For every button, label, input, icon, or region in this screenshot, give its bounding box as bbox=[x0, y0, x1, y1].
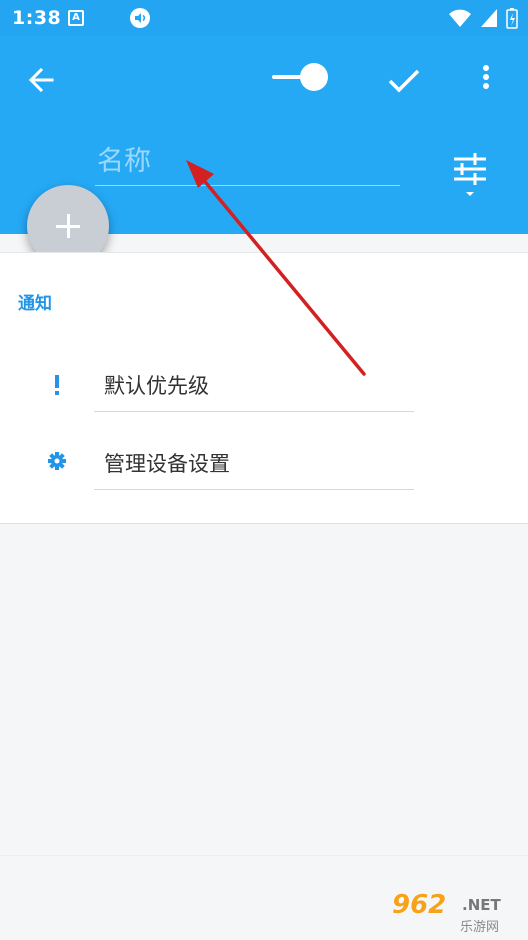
plus-icon-vertical bbox=[67, 214, 70, 238]
status-bar: 1:38 A bbox=[0, 0, 528, 36]
section-title: 通知 bbox=[18, 294, 52, 314]
wifi-icon bbox=[449, 9, 471, 27]
watermark-sub: 乐游网 bbox=[460, 920, 500, 935]
tune-sliders-icon bbox=[454, 153, 486, 196]
watermark-main: 962 bbox=[392, 890, 447, 920]
enable-toggle[interactable] bbox=[272, 62, 332, 92]
row-divider bbox=[94, 489, 414, 490]
battery-icon bbox=[506, 8, 518, 29]
manage-device-settings-row[interactable]: 管理设备设置 bbox=[0, 425, 528, 501]
priority-exclamation-icon bbox=[46, 374, 68, 396]
back-button[interactable] bbox=[22, 60, 62, 100]
default-priority-row[interactable]: 默认优先级 bbox=[0, 347, 528, 423]
default-priority-label: 默认优先级 bbox=[104, 374, 209, 398]
check-icon bbox=[388, 69, 420, 93]
signal-icon bbox=[481, 9, 497, 27]
save-button[interactable] bbox=[384, 60, 424, 100]
watermark-net: .NET bbox=[462, 896, 501, 914]
toggle-knob bbox=[300, 63, 328, 91]
notification-a-icon: A bbox=[68, 10, 84, 26]
notification-settings-card: 通知 默认优先级 管理设备设置 bbox=[0, 252, 528, 524]
manage-device-settings-label: 管理设备设置 bbox=[104, 452, 230, 476]
watermark-logo: 962 .NET 乐游网 bbox=[392, 890, 524, 936]
filter-settings-button[interactable] bbox=[448, 148, 492, 202]
name-input[interactable] bbox=[95, 138, 400, 186]
arrow-left-icon bbox=[28, 67, 54, 93]
status-time: 1:38 bbox=[12, 7, 62, 29]
more-options-button[interactable] bbox=[472, 60, 500, 100]
status-indicators bbox=[448, 7, 518, 29]
more-vert-icon bbox=[483, 65, 489, 89]
volume-icon bbox=[130, 8, 150, 28]
gear-icon bbox=[46, 450, 68, 472]
bottom-divider bbox=[0, 855, 528, 856]
row-divider bbox=[94, 411, 414, 412]
